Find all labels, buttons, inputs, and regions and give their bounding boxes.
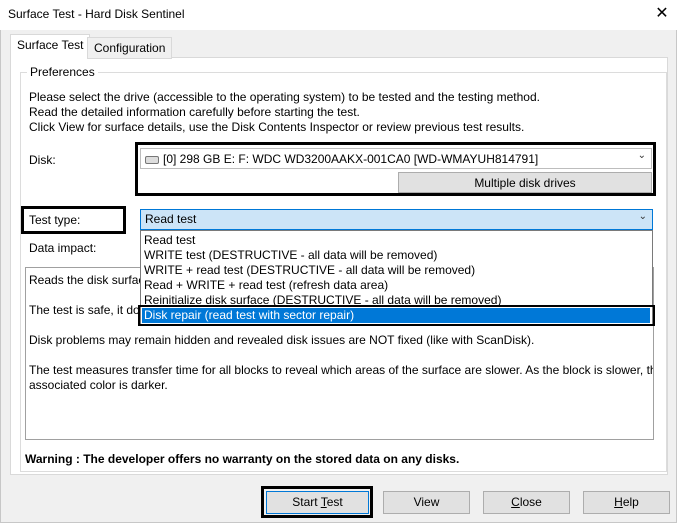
help-label: elp — [622, 495, 639, 509]
intro-line-2: Read the detailed information carefully … — [29, 105, 360, 119]
multiple-disk-drives-button[interactable]: Multiple disk drives — [398, 172, 652, 193]
disk-select[interactable]: [0] 298 GB E: F: WDC WD3200AAKX-001CA0 [… — [140, 148, 652, 169]
view-button[interactable]: View — [383, 491, 470, 514]
intro-line-1: Please select the drive (accessible to t… — [29, 90, 540, 104]
disk-repair-highlight-box — [138, 305, 655, 326]
intro-line-3: Click View for surface details, use the … — [29, 120, 525, 134]
close-mnemonic: C — [511, 495, 520, 509]
data-impact-label: Data impact: — [29, 241, 97, 255]
start-test-button[interactable]: Start Test — [266, 491, 369, 514]
start-test-label-b: est — [326, 495, 343, 509]
description-line-4: The test measures transfer time for all … — [29, 363, 654, 377]
option-read-test[interactable]: Read test — [144, 233, 195, 248]
test-type-select[interactable]: Read test ⌄ — [140, 209, 653, 230]
description-line-5: associated color is darker. — [29, 378, 168, 392]
preferences-title: Preferences — [27, 65, 98, 79]
description-line-2: The test is safe, it do — [29, 303, 140, 317]
disk-drive-icon — [145, 155, 159, 164]
disk-select-value: [0] 298 GB E: F: WDC WD3200AAKX-001CA0 [… — [163, 152, 539, 166]
help-button[interactable]: Help — [583, 491, 670, 514]
warning-text: Warning : The developer offers no warran… — [25, 452, 460, 466]
close-label: lose — [519, 495, 542, 509]
tab-configuration[interactable]: Configuration — [87, 37, 173, 59]
start-test-label-a: Start — [292, 495, 321, 509]
close-window-icon[interactable]: ✕ — [650, 3, 674, 25]
chevron-down-icon: ⌄ — [637, 150, 646, 161]
option-read-write-read-test[interactable]: Read + WRITE + read test (refresh data a… — [144, 278, 388, 293]
option-write-test[interactable]: WRITE test (DESTRUCTIVE - all data will … — [144, 248, 437, 263]
close-button[interactable]: Close — [483, 491, 570, 514]
test-type-label: Test type: — [29, 213, 81, 227]
help-mnemonic: H — [614, 495, 623, 509]
tab-surface-test[interactable]: Surface Test — [10, 34, 91, 58]
disk-label: Disk: — [29, 153, 56, 167]
chevron-down-icon: ⌄ — [638, 211, 647, 222]
description-line-3: Disk problems may remain hidden and reve… — [29, 333, 535, 347]
option-write-read-test[interactable]: WRITE + read test (DESTRUCTIVE - all dat… — [144, 263, 475, 278]
window-title: Surface Test - Hard Disk Sentinel — [8, 7, 185, 21]
description-line-1: Reads the disk surface — [29, 273, 152, 287]
test-type-select-value: Read test — [145, 212, 197, 226]
